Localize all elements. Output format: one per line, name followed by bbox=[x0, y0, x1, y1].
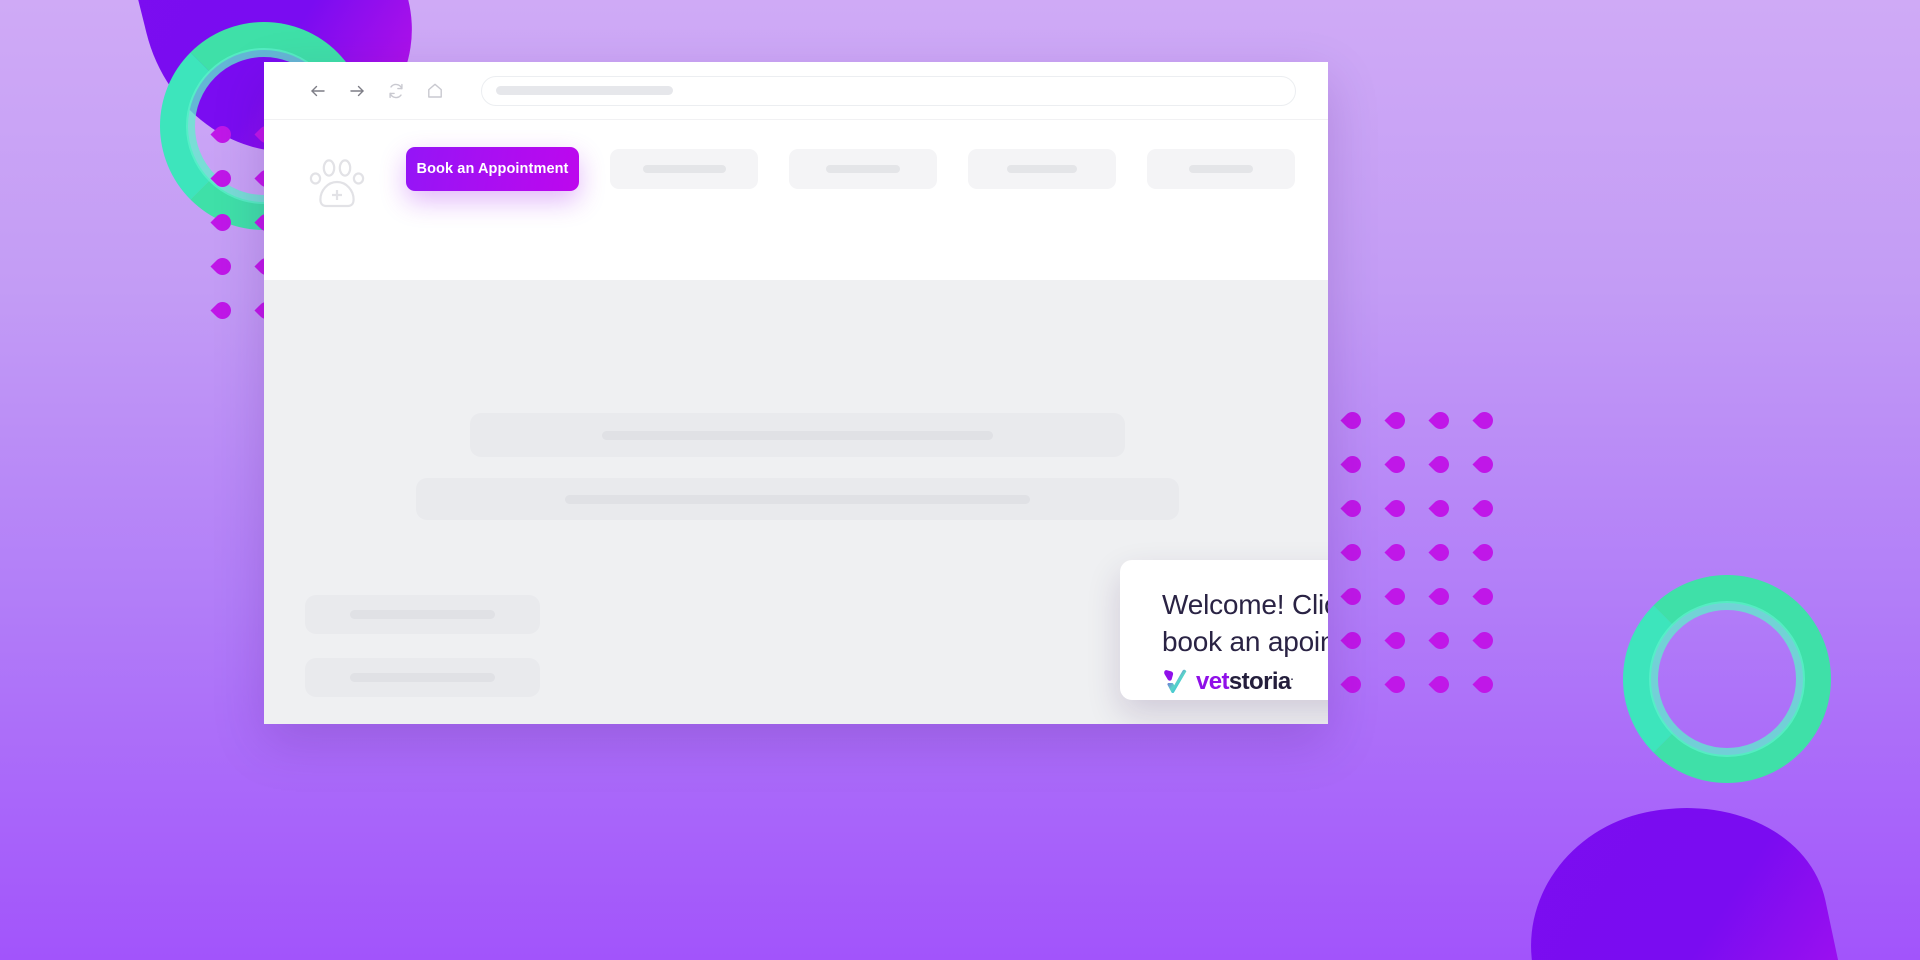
teardrop-icon bbox=[1383, 671, 1409, 697]
vetstoria-wordmark: vetstoria. bbox=[1196, 667, 1294, 695]
back-button[interactable] bbox=[302, 75, 334, 107]
teardrop-icon bbox=[1339, 627, 1365, 653]
teardrop-icon bbox=[1471, 451, 1497, 477]
teardrop-icon bbox=[1339, 539, 1365, 565]
teardrop-icon bbox=[1383, 495, 1409, 521]
teardrop-icon bbox=[1427, 451, 1453, 477]
vetstoria-check-icon bbox=[1162, 668, 1189, 695]
brand-accent-text: vet bbox=[1196, 667, 1229, 695]
teardrop-icon bbox=[1339, 407, 1365, 433]
teardrop-icon bbox=[1339, 451, 1365, 477]
teardrop-icon bbox=[1427, 583, 1453, 609]
teardrop-icon bbox=[1471, 583, 1497, 609]
teardrop-icon bbox=[1471, 671, 1497, 697]
teardrop-icon bbox=[1339, 671, 1365, 697]
reload-button[interactable] bbox=[380, 75, 412, 107]
nav-item-placeholder-4[interactable] bbox=[1147, 149, 1295, 189]
main-nav: Book an Appointment bbox=[406, 147, 1295, 191]
content-block-two-placeholder bbox=[305, 658, 540, 697]
browser-toolbar bbox=[264, 62, 1328, 120]
content-block-one-placeholder bbox=[305, 595, 540, 634]
teardrop-icon bbox=[1383, 627, 1409, 653]
nav-item-placeholder-1[interactable] bbox=[610, 149, 758, 189]
teardrop-pattern-bottom-right bbox=[1330, 398, 1506, 706]
purple-blob-bottom-right-icon bbox=[1506, 779, 1854, 960]
home-button[interactable] bbox=[419, 75, 451, 107]
teardrop-icon bbox=[1339, 583, 1365, 609]
paw-print-plus-icon[interactable] bbox=[304, 156, 370, 212]
browser-window-mockup: Book an Appointment Welcome! Click here … bbox=[264, 62, 1328, 724]
hero-heading-placeholder bbox=[470, 413, 1125, 457]
teardrop-icon bbox=[1427, 671, 1453, 697]
teardrop-icon bbox=[1427, 407, 1453, 433]
teardrop-icon bbox=[209, 121, 235, 147]
brand-base-text: storia bbox=[1228, 667, 1291, 695]
teardrop-icon bbox=[1383, 407, 1409, 433]
nav-item-placeholder-3[interactable] bbox=[968, 149, 1116, 189]
mint-ring-bottom-right-inner-icon bbox=[1649, 601, 1805, 757]
vetstoria-check-glyph bbox=[1164, 669, 1187, 693]
teardrop-icon bbox=[1427, 539, 1453, 565]
home-icon bbox=[428, 83, 442, 98]
arrow-left-icon bbox=[311, 85, 325, 96]
refresh-icon bbox=[389, 83, 403, 98]
hero-subtext-placeholder bbox=[416, 478, 1179, 520]
teardrop-icon bbox=[1471, 407, 1497, 433]
teardrop-icon bbox=[1383, 583, 1409, 609]
brand-registered-mark: . bbox=[1290, 671, 1294, 683]
teardrop-icon bbox=[1427, 495, 1453, 521]
teardrop-icon bbox=[209, 253, 235, 279]
teardrop-icon bbox=[1383, 539, 1409, 565]
vetstoria-branding: vetstoria. bbox=[1162, 668, 1328, 695]
teardrop-icon bbox=[209, 297, 235, 323]
book-an-appointment-button[interactable]: Book an Appointment bbox=[406, 147, 579, 191]
site-navigation-header: Book an Appointment bbox=[264, 120, 1328, 280]
teardrop-icon bbox=[209, 209, 235, 235]
teardrop-icon bbox=[209, 165, 235, 191]
popup-message-text: Welcome! Click here to book an apoinment… bbox=[1162, 589, 1328, 657]
teardrop-icon bbox=[1339, 495, 1365, 521]
teardrop-icon bbox=[1427, 627, 1453, 653]
nav-item-placeholder-2[interactable] bbox=[789, 149, 937, 189]
paw-print-plus-glyph bbox=[309, 159, 365, 208]
forward-button[interactable] bbox=[341, 75, 373, 107]
teardrop-icon bbox=[1383, 451, 1409, 477]
address-bar-placeholder-bar bbox=[496, 86, 673, 95]
teardrop-icon bbox=[1471, 627, 1497, 653]
booking-welcome-popup[interactable]: Welcome! Click here to book an apoinment… bbox=[1120, 560, 1328, 700]
address-bar[interactable] bbox=[481, 75, 1296, 106]
arrow-right-icon bbox=[350, 85, 364, 96]
teardrop-icon bbox=[1471, 539, 1497, 565]
teardrop-icon bbox=[1471, 495, 1497, 521]
